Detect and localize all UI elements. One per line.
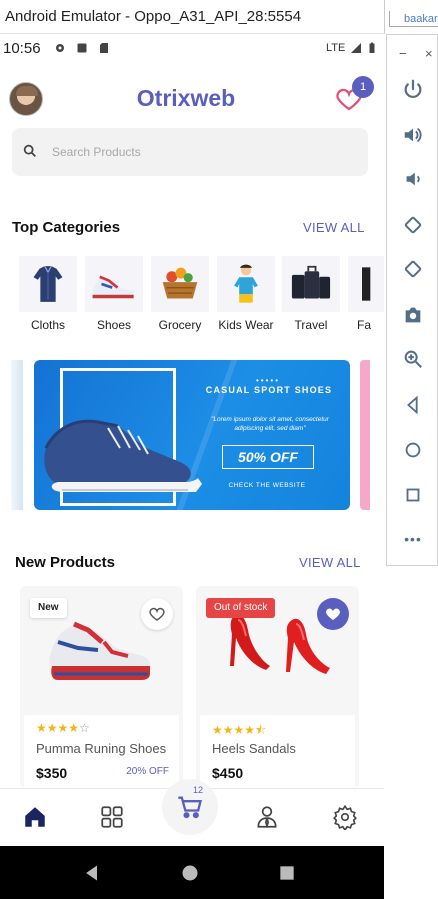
rating-stars: ★★★★☆ [36,721,90,735]
top-categories-title: Top Categories [12,219,121,236]
category-grocery[interactable]: Grocery [151,256,209,332]
brand-title: Otrixweb [136,85,236,111]
product-price: $450 [212,765,244,781]
banner-previous-slide[interactable] [11,360,23,510]
new-products-view-all-link[interactable]: VIEW ALL [299,555,361,570]
category-kids-wear[interactable]: Kids Wear [217,256,275,332]
nav-profile[interactable] [251,801,283,833]
category-label: Cloths [30,318,65,332]
grocery-basket-icon [151,256,209,312]
product-discount: 20% OFF [126,766,169,777]
search-bar[interactable] [12,128,368,176]
category-label: Kids Wear [218,318,274,332]
home-icon [25,807,45,827]
minimize-button[interactable]: − [399,46,407,61]
wishlist-count-badge: 1 [352,76,374,98]
volume-up-icon[interactable] [399,121,427,149]
category-cloths[interactable]: Cloths [19,256,77,332]
status-bar: 10:56 LTE [0,34,384,64]
volume-down-icon[interactable] [399,165,427,193]
categories-view-all-link[interactable]: VIEW ALL [303,220,365,235]
product-name: Pumma Runing Shoes [36,741,167,756]
nav-categories[interactable] [96,801,128,833]
kid-icon [217,256,275,312]
signal-icon [351,43,361,53]
system-back-icon[interactable] [82,863,102,883]
background-window-text: baakar [389,11,438,27]
product-info: ★★★★☆ Pumma Runing Shoes $350 20% OFF [24,715,179,788]
shirt-icon [19,256,77,312]
banner-offer: 50% OFF [222,445,314,469]
favorite-button[interactable] [317,598,349,630]
search-icon [23,144,36,157]
product-card[interactable]: Out of stock ★★★★⯪ Heels Sandals $450 [196,586,359,788]
zoom-icon[interactable] [399,345,427,373]
window-title: Android Emulator - Oppo_A31_API_28:5554 [0,0,384,34]
network-type: LTE [326,42,346,54]
out-of-stock-badge: Out of stock [206,598,276,618]
bottom-navigation: 12 [0,779,384,846]
system-overview-icon[interactable] [277,863,297,883]
system-navigation-bar [0,846,384,899]
product-price: $350 [36,765,68,781]
heart-filled-icon [326,608,340,620]
grid-icon [101,806,123,828]
rotate-right-icon[interactable] [399,255,427,283]
overview-icon[interactable] [399,481,427,509]
heart-outline-icon [149,607,165,621]
category-label: Shoes [96,318,132,332]
battery-icon [369,42,375,53]
banner-next-slide[interactable] [360,360,370,510]
new-products-title: New Products [15,554,116,571]
status-time: 10:56 [3,40,41,57]
rotate-left-icon[interactable] [399,211,427,239]
product-card[interactable]: New ★★★★☆ Pumma Runing Shoes $350 20% OF… [20,586,183,788]
banner-website-link[interactable]: CHECK THE WEBSITE [202,482,332,489]
luggage-icon [282,256,340,312]
banner-text: "Lorem ipsum dolor sit amet, consectetur… [211,416,329,432]
product-info: ★★★★⯪ Heels Sandals $450 [200,715,355,788]
new-badge: New [30,598,67,618]
background-window[interactable]: baakar [384,0,438,34]
nav-settings[interactable] [329,801,361,833]
banner-dots: ••••• [256,376,281,385]
category-label: Grocery [158,318,202,332]
cart-icon [178,796,202,819]
cart-button[interactable]: 12 [162,779,218,835]
banner-title: CASUAL SPORT SHOES [205,385,333,395]
avatar[interactable] [9,82,43,116]
search-input[interactable] [52,138,352,166]
favorite-button[interactable] [141,598,173,630]
nav-home[interactable] [19,801,51,833]
settings-status-icon [56,44,64,52]
cart-count-badge: 12 [193,785,204,795]
close-button[interactable]: × [425,46,433,61]
camera-icon[interactable] [399,301,427,329]
fashion-icon [348,256,384,312]
product-name: Heels Sandals [212,741,296,756]
settings-icon [333,804,357,830]
sneaker-icon [85,256,143,312]
profile-icon [257,806,277,829]
category-fashion[interactable]: Fa [348,256,384,332]
emulator-side-panel: − × ••• [386,34,438,566]
category-label: Fa [357,318,372,332]
home-icon[interactable] [399,436,427,464]
system-home-icon[interactable] [180,863,200,883]
stop-status-icon [77,43,87,53]
promo-banner[interactable]: ••••• CASUAL SPORT SHOES "Lorem ipsum do… [34,360,350,510]
casual-shoe-image [44,419,202,492]
more-icon[interactable]: ••• [399,525,427,553]
power-icon[interactable] [399,75,427,103]
sd-card-icon [100,43,108,53]
category-shoes[interactable]: Shoes [85,256,143,332]
rating-stars: ★★★★⯪ [212,723,267,737]
category-travel[interactable]: Travel [282,256,340,332]
back-icon[interactable] [399,391,427,419]
running-shoe-image [49,621,150,680]
category-label: Travel [294,318,328,332]
phone-screen: 10:56 LTE Otrixweb 1 Top Categories VIEW… [0,34,384,899]
